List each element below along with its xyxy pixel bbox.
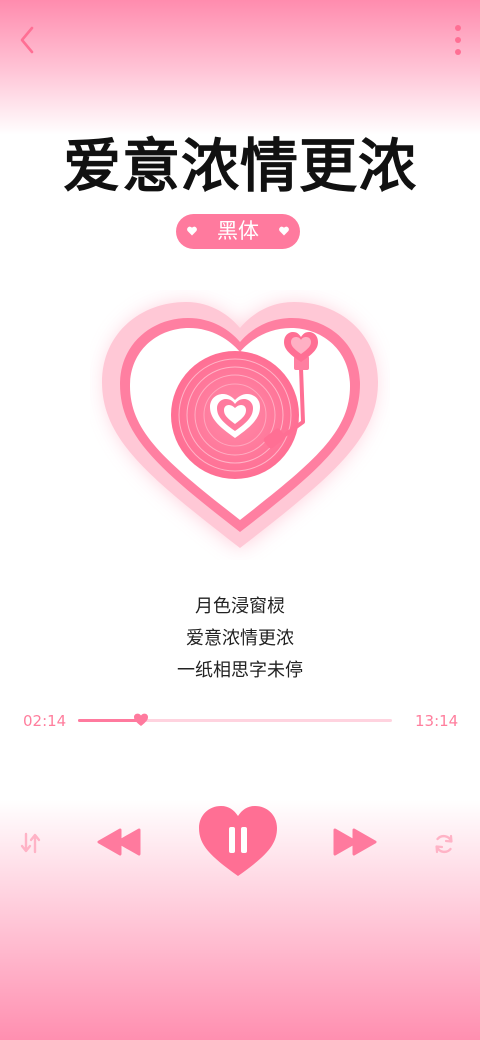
repeat-button[interactable] bbox=[432, 832, 456, 856]
shuffle-icon bbox=[20, 832, 41, 854]
progress-heart-handle[interactable] bbox=[133, 712, 149, 728]
back-button[interactable] bbox=[14, 24, 42, 56]
heart-icon bbox=[279, 226, 289, 236]
vinyl-record-icon bbox=[171, 351, 299, 479]
lyric-line: 月色浸窗棂 bbox=[195, 596, 285, 617]
font-label: 黑体 bbox=[217, 219, 259, 243]
album-art bbox=[90, 290, 390, 560]
play-pause-button[interactable] bbox=[196, 802, 280, 880]
fast-forward-icon bbox=[333, 828, 377, 856]
font-badge[interactable]: 黑体 bbox=[176, 214, 300, 249]
next-button[interactable] bbox=[332, 826, 378, 858]
repeat-icon bbox=[435, 834, 453, 854]
previous-button[interactable] bbox=[96, 826, 142, 858]
shuffle-button[interactable] bbox=[18, 830, 44, 856]
heart-icon bbox=[187, 226, 197, 236]
song-title: 爱意浓情更浓 bbox=[62, 132, 417, 200]
rewind-icon bbox=[97, 828, 141, 856]
current-time: 02:14 bbox=[23, 712, 67, 730]
heart-pause-icon bbox=[199, 806, 277, 876]
total-time: 13:14 bbox=[415, 712, 459, 730]
lyric-line: 一纸相思字未停 bbox=[177, 660, 303, 681]
lyric-line-current: 爱意浓情更浓 bbox=[186, 628, 294, 649]
chevron-left-icon bbox=[20, 26, 34, 54]
progress-fill bbox=[78, 719, 141, 722]
more-vertical-icon bbox=[455, 25, 461, 55]
progress-bar[interactable] bbox=[78, 713, 392, 726]
more-button[interactable] bbox=[446, 22, 470, 58]
